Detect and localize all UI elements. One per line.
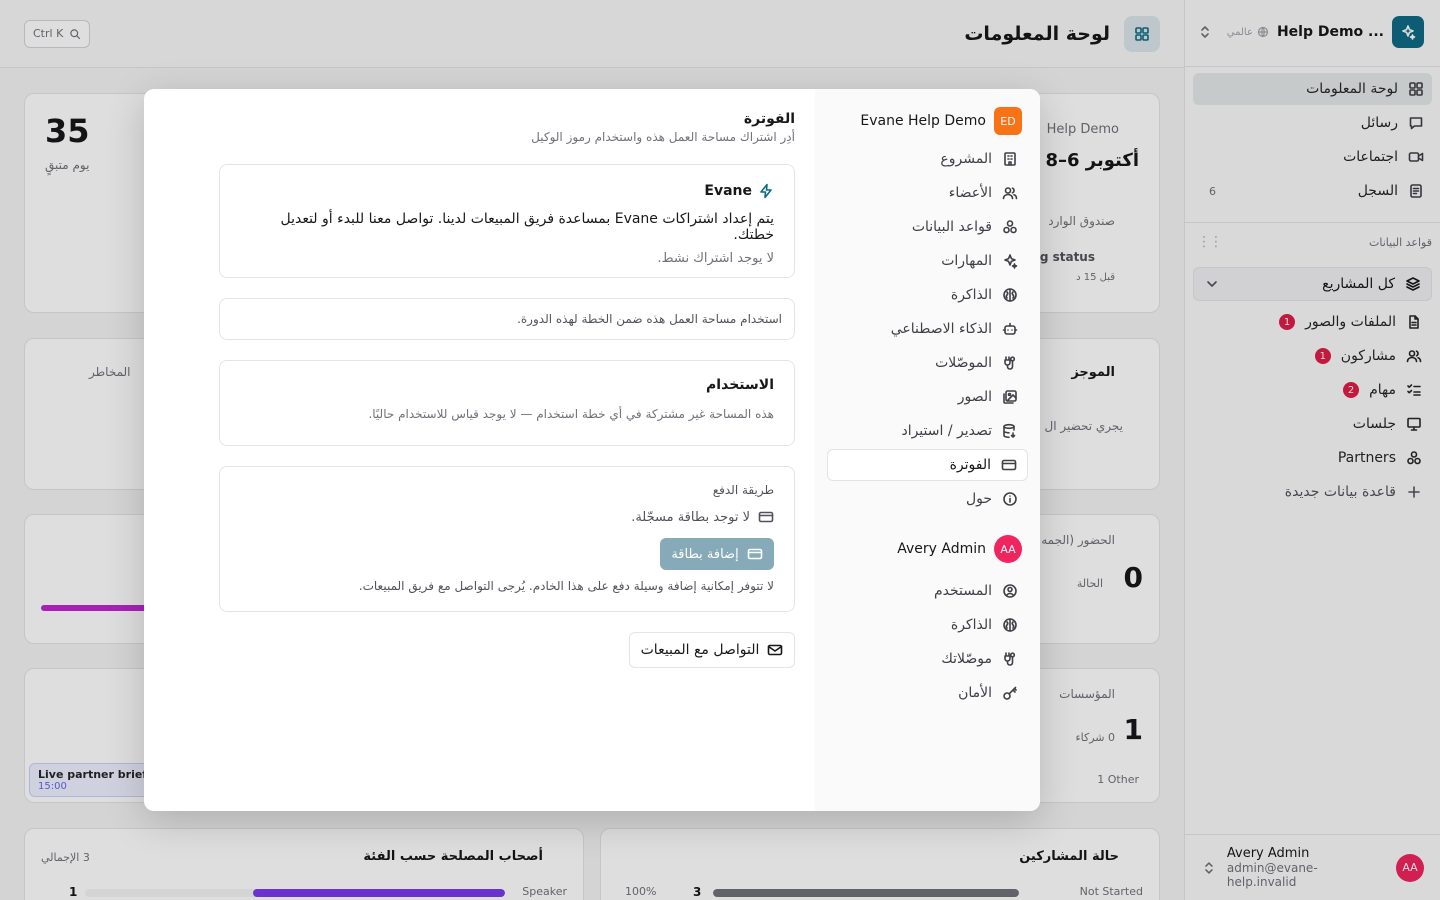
export-icon [1003, 423, 1016, 439]
lightning-icon [760, 183, 772, 199]
settings-workspace-header: ED Evane Help Demo [833, 107, 1022, 135]
sparkles-icon [1004, 254, 1018, 269]
mail-icon [768, 644, 783, 656]
settings-modal: ED Evane Help Demo المشروع الأعضاء قواعد… [144, 89, 1040, 811]
settings-item-label: موصّلاتك [941, 651, 992, 667]
credit-card-icon [758, 511, 774, 523]
usage-title: الاستخدام [706, 377, 774, 393]
billing-subtitle: أدِر اشتراك مساحة العمل هذه واستخدام رمو… [531, 130, 795, 144]
settings-item-databases[interactable]: قواعد البيانات [827, 211, 1028, 243]
settings-item-connectors[interactable]: الموصّلات [827, 347, 1028, 379]
settings-item-label: الذاكرة [950, 617, 992, 633]
settings-item-label: المستخدم [933, 583, 992, 599]
settings-item-security[interactable]: الأمان [827, 677, 1028, 709]
database-icon [1003, 220, 1017, 234]
payment-method-label: طريقة الدفع [712, 483, 774, 497]
settings-item-your-connectors[interactable]: موصّلاتك [827, 643, 1028, 675]
settings-item-label: قواعد البيانات [911, 219, 992, 235]
settings-user-header: AA Avery Admin [833, 535, 1022, 563]
settings-item-project[interactable]: المشروع [827, 143, 1028, 175]
plug-icon [1004, 652, 1016, 666]
billing-panel: الفوترة أدِر اشتراك مساحة العمل هذه واست… [219, 111, 795, 668]
avatar: AA [994, 535, 1022, 563]
payment-note: لا تتوفر إمكانية إضافة وسيلة دفع على هذا… [358, 579, 774, 593]
usage-card: الاستخدام هذه المساحة غير مشتركة في أي خ… [219, 360, 795, 446]
settings-item-label: الفوترة [949, 457, 991, 473]
settings-item-user-memory[interactable]: الذاكرة [827, 609, 1028, 641]
user-circle-icon [1003, 584, 1017, 598]
settings-item-images[interactable]: الصور [827, 381, 1028, 413]
add-card-label: إضافة بطاقة [671, 546, 739, 562]
plug-icon [1004, 356, 1016, 370]
brain-icon [1003, 618, 1017, 632]
in-plan-notice: استخدام مساحة العمل هذه ضمن الخطة لهذه ا… [219, 298, 795, 340]
images-icon [1003, 390, 1017, 404]
info-icon [1003, 492, 1017, 506]
settings-item-label: الأعضاء [948, 185, 992, 201]
settings-item-label: تصدير / استيراد [901, 423, 992, 439]
workspace-avatar: ED [994, 107, 1022, 135]
settings-nav: ED Evane Help Demo المشروع الأعضاء قواعد… [815, 89, 1040, 811]
settings-workspace-name: Evane Help Demo [860, 113, 986, 129]
settings-item-label: الموصّلات [935, 355, 992, 371]
settings-item-user[interactable]: المستخدم [827, 575, 1028, 607]
settings-item-label: المشروع [940, 151, 992, 167]
settings-item-export-import[interactable]: تصدير / استيراد [827, 415, 1028, 447]
settings-item-label: الذكاء الاصطناعي [890, 321, 992, 337]
plan-name: Evane [704, 183, 752, 199]
in-plan-text: استخدام مساحة العمل هذه ضمن الخطة لهذه ا… [517, 312, 782, 326]
plan-card: Evane يتم إعداد اشتراكات Evane بمساعدة ف… [219, 164, 795, 278]
payment-card-status: لا توجد بطاقة مسجّلة. [240, 509, 774, 525]
contact-sales-label: التواصل مع المبيعات [640, 642, 760, 658]
add-card-button[interactable]: إضافة بطاقة [660, 538, 774, 570]
settings-item-label: الذاكرة [950, 287, 992, 303]
billing-title: الفوترة [743, 111, 795, 127]
plan-header: Evane [240, 183, 774, 199]
settings-item-skills[interactable]: المهارات [827, 245, 1028, 277]
settings-user-name: Avery Admin [897, 541, 986, 557]
contact-sales-button[interactable]: التواصل مع المبيعات [629, 632, 795, 668]
settings-item-ai[interactable]: الذكاء الاصطناعي [827, 313, 1028, 345]
settings-item-memory[interactable]: الذاكرة [827, 279, 1028, 311]
usage-description: هذه المساحة غير مشتركة في أي خطة استخدام… [368, 407, 774, 421]
credit-card-icon [1001, 459, 1017, 471]
settings-item-label: الأمان [958, 685, 992, 701]
plan-description: يتم إعداد اشتراكات Evane بمساعدة فريق ال… [280, 211, 774, 243]
settings-item-members[interactable]: الأعضاء [827, 177, 1028, 209]
settings-item-label: حول [965, 491, 992, 507]
users-icon [1002, 187, 1018, 200]
credit-card-icon [747, 548, 762, 560]
brain-icon [1003, 288, 1017, 302]
key-icon [1003, 686, 1017, 700]
settings-item-about[interactable]: حول [827, 483, 1028, 515]
payment-method-card: طريقة الدفع لا توجد بطاقة مسجّلة. إضافة … [219, 466, 795, 612]
settings-item-billing[interactable]: الفوترة [827, 449, 1028, 481]
settings-item-label: المهارات [941, 253, 992, 269]
building-icon [1004, 152, 1016, 166]
bot-icon [1002, 322, 1018, 335]
no-card-text: لا توجد بطاقة مسجّلة. [631, 509, 750, 525]
plan-status: لا يوجد اشتراك نشط. [657, 251, 774, 266]
settings-item-label: الصور [957, 389, 992, 405]
